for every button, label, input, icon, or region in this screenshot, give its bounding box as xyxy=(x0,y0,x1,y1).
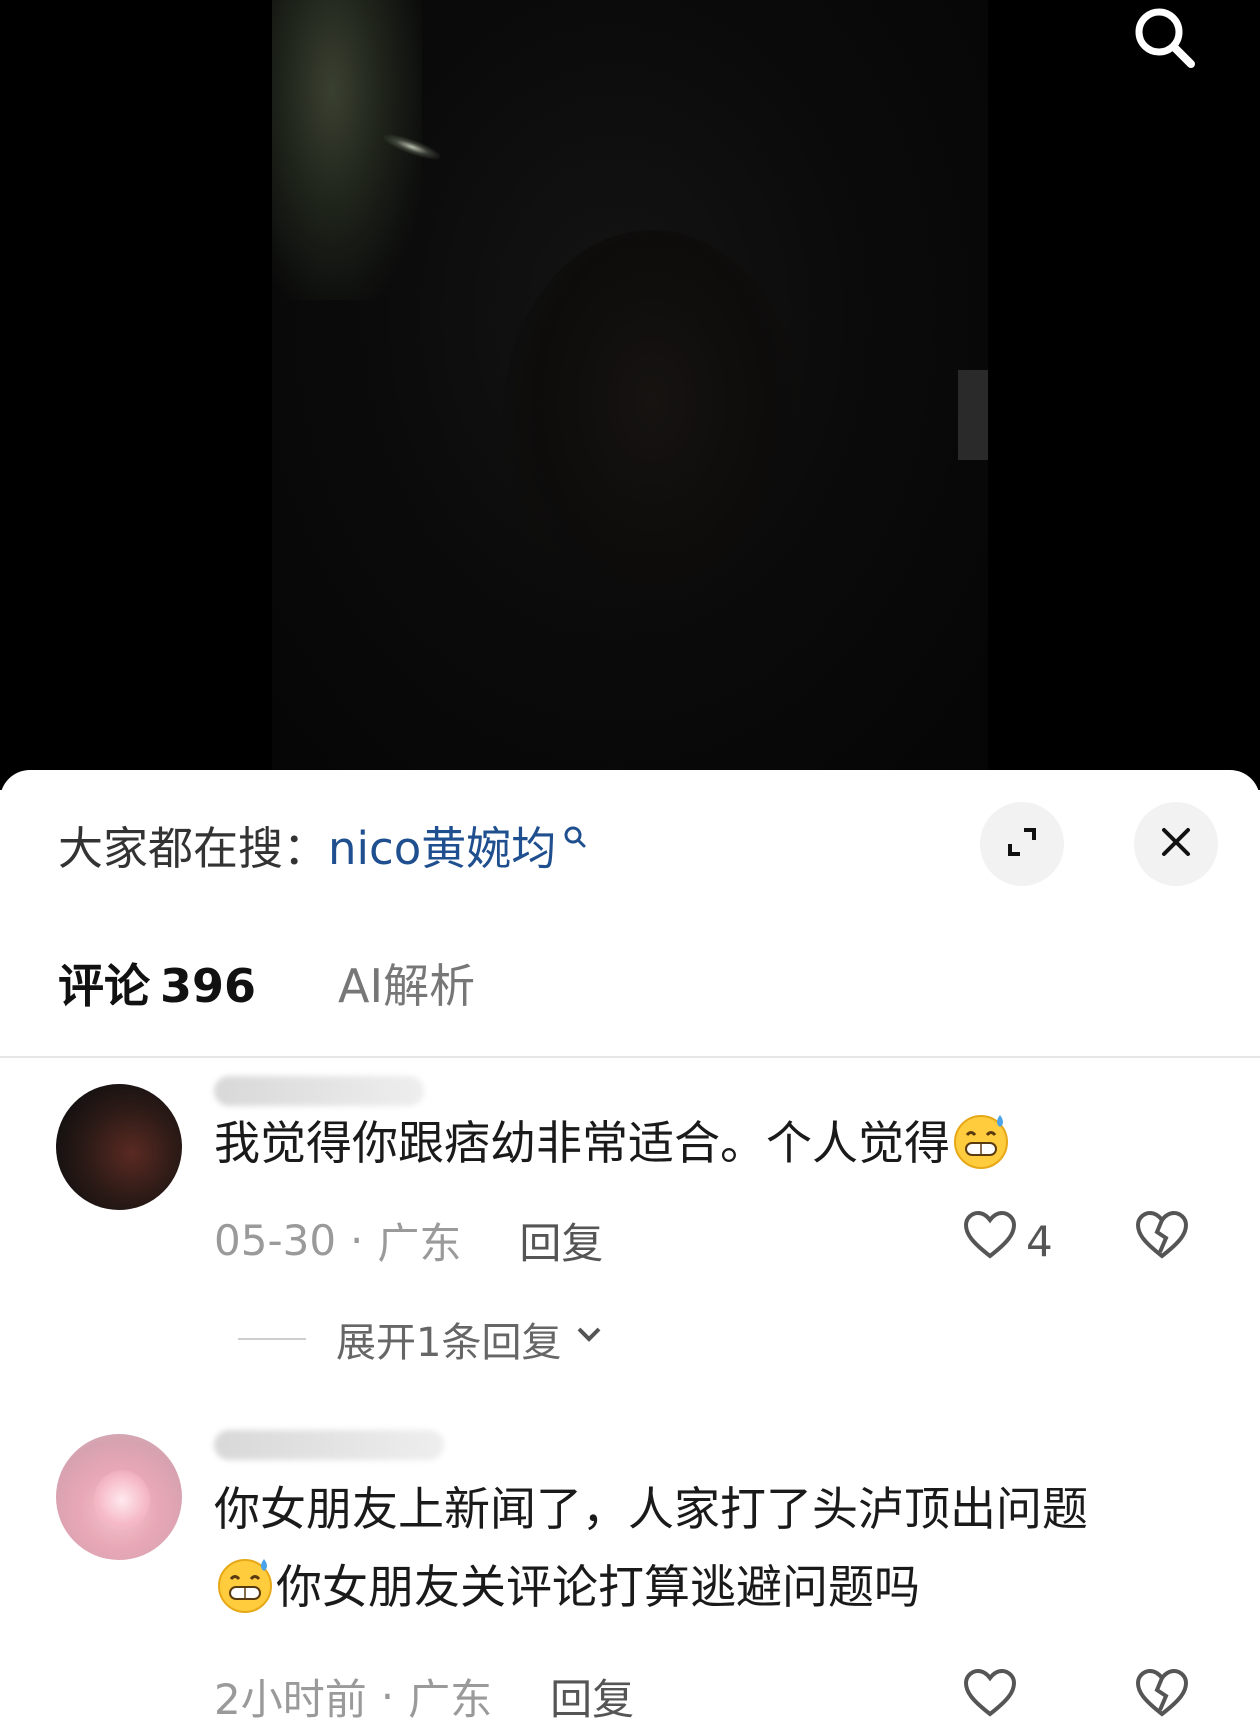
like-count: 4 xyxy=(1026,1216,1053,1266)
comment-location: 广东 xyxy=(377,1219,462,1268)
comment-date: 05-30 xyxy=(214,1216,337,1265)
close-button[interactable] xyxy=(1134,802,1218,886)
like-button[interactable] xyxy=(962,1666,1026,1727)
comment-text-line1: 你女朋友上新闻了，人家打了头泸顶出问题 xyxy=(214,1482,1088,1536)
trending-search-keyword[interactable]: nico黄婉均 xyxy=(328,812,556,877)
comment-location: 广东 xyxy=(408,1675,493,1724)
expand-replies-label: 展开1条回复 xyxy=(336,1320,562,1366)
broken-heart-icon xyxy=(1134,1668,1190,1726)
comment-text-line2: 你女朋友关评论打算逃避问题吗 xyxy=(214,1548,1214,1626)
comment-sheet: 大家都在搜： nico黄婉均 评论 396 AI解析 我觉得你跟痞幼非常适合。个… xyxy=(0,770,1260,1727)
grinning-sweat-emoji-icon xyxy=(214,1553,276,1615)
video-car-window xyxy=(958,370,988,460)
chevron-down-icon xyxy=(561,1316,607,1362)
dislike-button[interactable] xyxy=(1134,1208,1190,1264)
grinning-sweat-emoji-icon xyxy=(950,1109,1012,1171)
video-frame xyxy=(272,0,988,790)
comment-text-line2-content: 你女朋友关评论打算逃避问题吗 xyxy=(276,1560,920,1614)
close-icon xyxy=(1156,822,1196,866)
video-player[interactable] xyxy=(0,0,1260,790)
trending-search-label: 大家都在搜： xyxy=(58,822,329,875)
comment-meta: 05-30 · 广东 回复 xyxy=(214,1210,603,1271)
comment-tabs: 评论 396 AI解析 xyxy=(58,950,475,1016)
comment-date: 2小时前 xyxy=(214,1675,367,1724)
broken-heart-icon xyxy=(1134,1210,1190,1268)
username-blurred[interactable] xyxy=(214,1076,424,1106)
expand-replies-button[interactable]: 展开1条回复 xyxy=(238,1310,607,1368)
avatar[interactable] xyxy=(56,1434,182,1560)
tab-ai-analysis[interactable]: AI解析 xyxy=(338,950,475,1016)
keyword-search-icon xyxy=(562,824,588,850)
meta-separator: · xyxy=(380,1672,395,1721)
comment-text-content: 我觉得你跟痞幼非常适合。个人觉得 xyxy=(214,1116,950,1170)
tab-comments[interactable]: 评论 396 xyxy=(58,950,256,1016)
video-subject xyxy=(502,230,802,610)
comment-text: 你女朋友上新闻了，人家打了头泸顶出问题 你女朋友关评论打算逃避问题吗 xyxy=(214,1470,1214,1626)
tab-comments-label: 评论 xyxy=(58,959,150,1013)
expand-icon xyxy=(1002,822,1042,866)
comment-meta: 2小时前 · 广东 回复 xyxy=(214,1666,634,1727)
comment-text: 我觉得你跟痞幼非常适合。个人觉得 xyxy=(214,1104,1214,1182)
reply-button[interactable]: 回复 xyxy=(550,1666,634,1727)
search-icon xyxy=(1125,0,1205,82)
meta-separator: · xyxy=(350,1216,364,1265)
heart-icon xyxy=(962,1208,1026,1274)
expand-replies-line xyxy=(238,1338,306,1340)
heart-icon xyxy=(962,1666,1026,1727)
expand-button[interactable] xyxy=(980,802,1064,886)
trending-search-bar: 大家都在搜： nico黄婉均 xyxy=(58,812,588,875)
comment-count: 396 xyxy=(160,959,257,1013)
reply-button[interactable]: 回复 xyxy=(519,1210,603,1271)
dislike-button[interactable] xyxy=(1134,1666,1190,1722)
search-button[interactable] xyxy=(1120,0,1210,80)
tabs-divider xyxy=(0,1056,1260,1058)
like-button[interactable]: 4 xyxy=(962,1208,1053,1274)
username-blurred[interactable] xyxy=(214,1430,444,1460)
avatar[interactable] xyxy=(56,1084,182,1210)
